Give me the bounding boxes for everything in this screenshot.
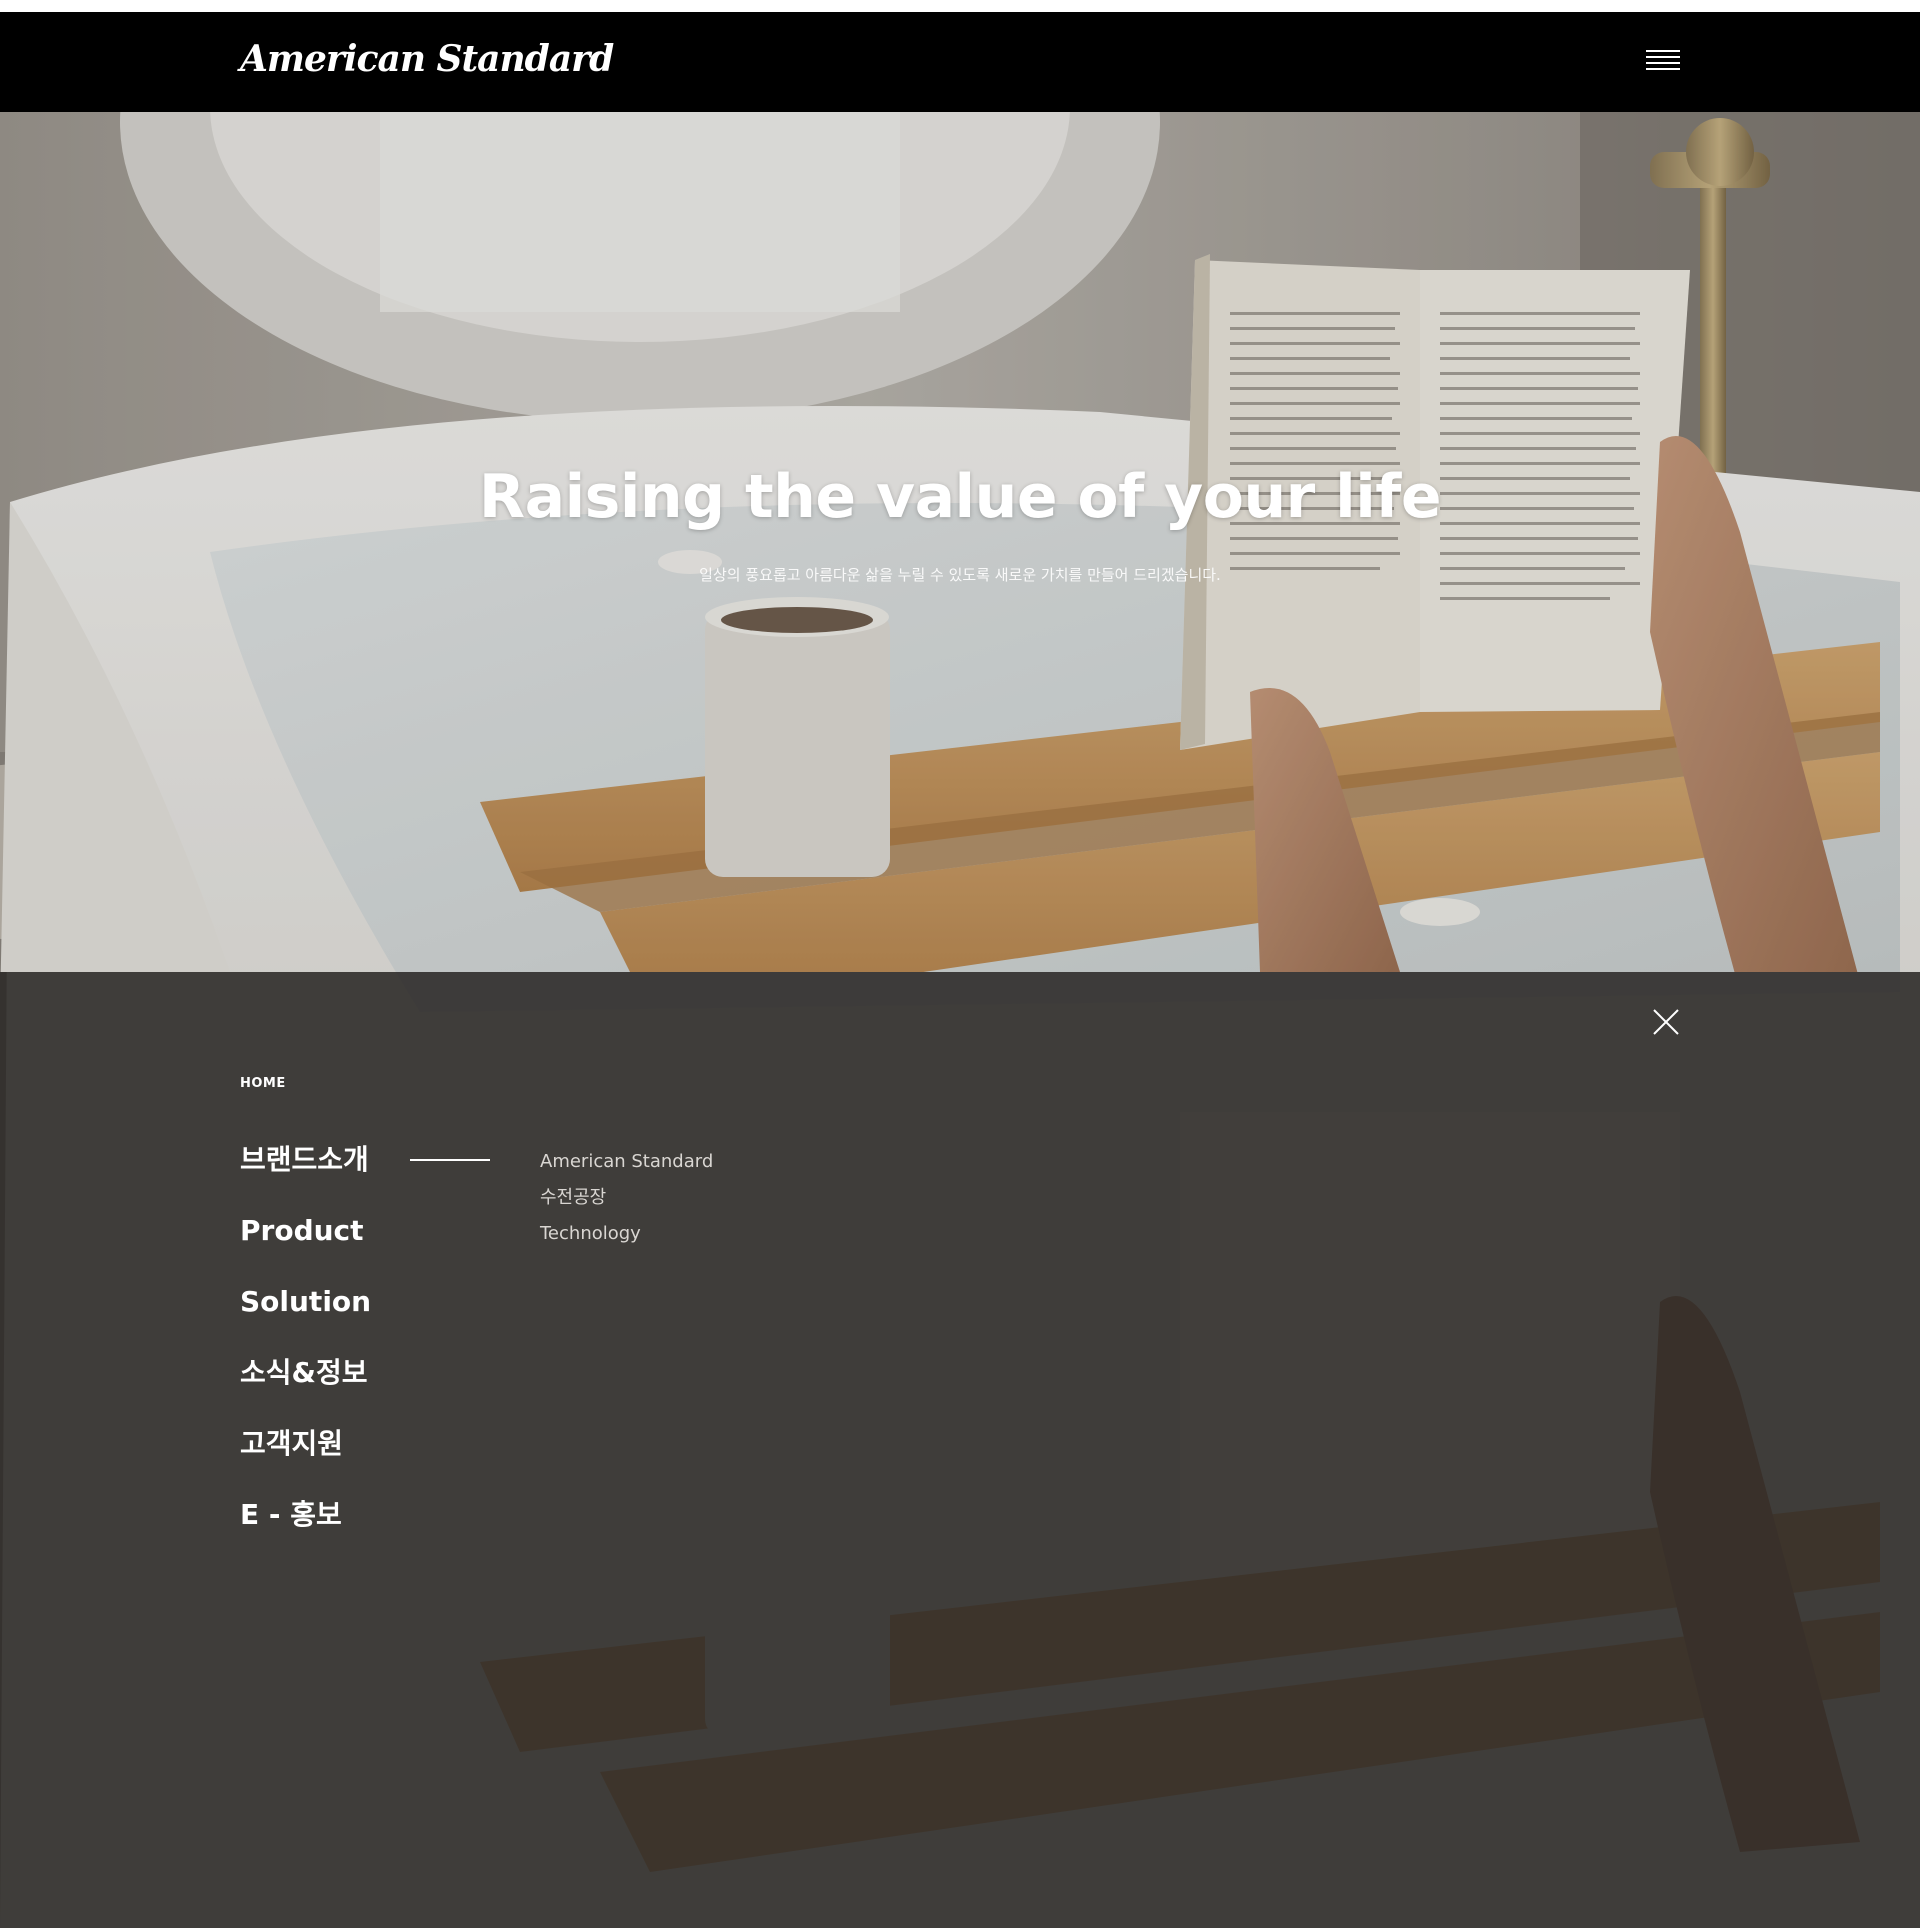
hero-banner: Raising the value of your life 일상의 풍요롭고 …	[0, 112, 1920, 972]
nav-item-solution[interactable]: Solution	[240, 1282, 371, 1353]
sub-nav-technology[interactable]: Technology	[540, 1220, 713, 1256]
menu-overlay: HOME 브랜드소개 Product Solution 소식&정보 고객지원 E…	[0, 972, 1920, 1928]
hamburger-menu-icon	[1646, 50, 1680, 70]
close-icon	[1653, 1009, 1679, 1035]
active-nav-indicator	[410, 1159, 490, 1161]
hero-title: Raising the value of your life	[478, 462, 1442, 532]
sub-nav-american-standard[interactable]: American Standard	[540, 1148, 713, 1184]
nav-item-e-pr[interactable]: E - 홍보	[240, 1495, 371, 1566]
nav-item-product[interactable]: Product	[240, 1211, 371, 1282]
sub-nav-faucet-factory[interactable]: 수전공장	[540, 1184, 713, 1220]
sub-nav: American Standard 수전공장 Technology	[540, 1148, 713, 1256]
brand-logo[interactable]: American Standard	[240, 38, 614, 80]
nav-item-support[interactable]: 고객지원	[240, 1424, 371, 1495]
site-header: American Standard	[0, 12, 1920, 112]
breadcrumb-home[interactable]: HOME	[240, 1076, 286, 1091]
hero-subtitle: 일상의 풍요롭고 아름다운 삶을 누릴 수 있도록 새로운 가치를 만들어 드리…	[699, 566, 1221, 584]
nav-item-brand[interactable]: 브랜드소개	[240, 1140, 371, 1211]
menu-button[interactable]	[1644, 46, 1682, 76]
nav-item-news[interactable]: 소식&정보	[240, 1353, 371, 1424]
close-menu-button[interactable]	[1650, 1006, 1682, 1038]
hero-background-image	[0, 112, 1920, 972]
main-nav: 브랜드소개 Product Solution 소식&정보 고객지원 E - 홍보	[240, 1140, 371, 1566]
page: American Standard Raising the value of y…	[0, 0, 1920, 1928]
